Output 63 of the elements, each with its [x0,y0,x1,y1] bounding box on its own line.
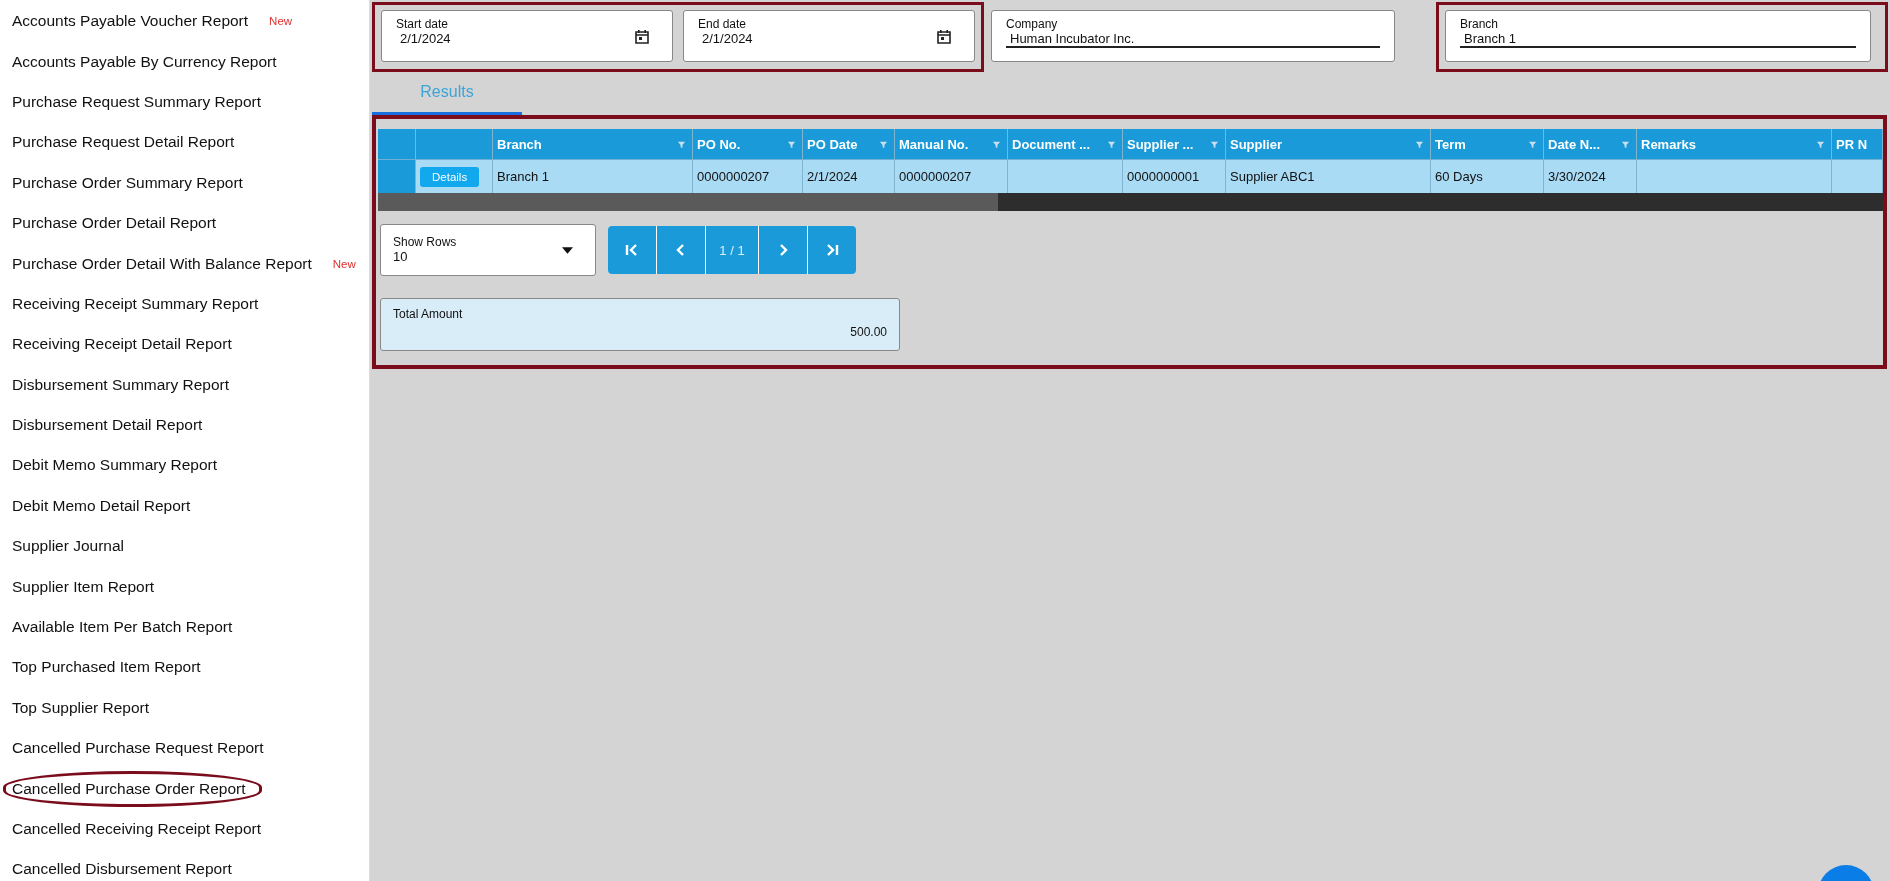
horizontal-scrollbar[interactable] [378,193,1883,211]
show-rows-select[interactable]: Show Rows 10 [380,224,596,276]
calendar-icon[interactable] [634,29,650,45]
text-field[interactable]: Branch Branch 1 [1445,10,1871,62]
last-page-button[interactable] [808,226,856,274]
table-cell: 0000000207 [693,159,803,193]
total-label: Total Amount [393,307,463,321]
filter-icon[interactable] [1415,140,1424,149]
filter-icon[interactable] [1210,140,1219,149]
calendar-icon[interactable] [936,29,952,45]
filter-icon[interactable] [992,140,1001,149]
caret-icon [562,247,573,254]
previous-page-button[interactable] [657,226,705,274]
row-header[interactable] [378,159,416,193]
sidebar-item[interactable]: Purchase Request Detail Report [9,124,238,161]
sidebar-item[interactable]: Receiving Receipt Summary Report [9,285,262,322]
sidebar-item[interactable]: Supplier Item Report [9,568,158,605]
next-page-button[interactable] [759,226,807,274]
sidebar-item[interactable]: Cancelled Receiving Receipt Report [9,811,264,847]
filter-icon[interactable] [1528,140,1537,149]
header-cell [378,129,416,159]
filter-icon[interactable] [787,140,796,149]
table-cell [1832,159,1883,193]
sidebar-item[interactable]: Purchase Order Detail Report [9,205,220,242]
new-label: New [269,15,293,28]
table-cell: 60 Days [1431,159,1544,193]
first-page-button[interactable] [608,226,656,274]
filter-icon[interactable] [1816,140,1825,149]
sidebar-item[interactable]: Purchase Order Summary Report [9,164,246,201]
sidebar-item[interactable]: Disbursement Detail Report [9,407,206,444]
sidebar-item[interactable]: Cancelled Disbursement Report [9,851,235,881]
sidebar-item[interactable]: Cancelled Purchase Order Report [3,770,263,807]
sidebar-item[interactable]: Purchase Request Summary Report [9,83,264,120]
last-page-icon [824,242,840,258]
table-cell: 3/30/2024 [1544,159,1637,193]
filter-icon[interactable] [1107,140,1116,149]
total-value: 500.00 [850,325,887,339]
sidebar-item[interactable]: Receiving Receipt Detail Report [9,326,235,363]
table-cell: 0000000001 [1123,159,1226,193]
sidebar-item[interactable]: Accounts Payable By Currency Report [9,43,280,80]
table-cell: Supplier ABC1 [1226,159,1431,193]
filter-icon[interactable] [1621,140,1630,149]
sidebar-item[interactable]: Available Item Per Batch Report [9,609,236,646]
table-cell: Branch 1 [493,159,693,193]
date-field[interactable]: End date 2/1/2024 [683,10,975,62]
filter-icon[interactable] [879,140,888,149]
table-cell: 2/1/2024 [803,159,895,193]
table-cell: 0000000207 [895,159,1008,193]
sidebar-item[interactable]: Debit Memo Detail Report [9,487,194,524]
sidebar-item[interactable]: Disbursement Summary Report [9,366,233,403]
sidebar-item[interactable]: Debit Memo Summary Report [9,447,220,484]
sidebar-item[interactable]: Top Purchased Item Report [9,649,204,686]
page-indicator: 1 / 1 [706,226,758,274]
sidebar-item[interactable]: Cancelled Purchase Request Report [9,730,267,767]
filter-icon[interactable] [677,140,686,149]
sidebar-item[interactable]: Accounts Payable Voucher Report [9,3,252,40]
text-field[interactable]: Company Human Incubator Inc. [991,10,1395,62]
sidebar-item[interactable]: Supplier Journal [9,528,127,565]
first-page-icon [624,242,640,258]
new-label: New [332,257,356,270]
sidebar-item[interactable]: Purchase Order Detail With Balance Report [9,245,315,282]
sidebar-item[interactable]: Top Supplier Report [9,689,152,726]
date-field[interactable]: Start date 2/1/2024 [381,10,673,62]
